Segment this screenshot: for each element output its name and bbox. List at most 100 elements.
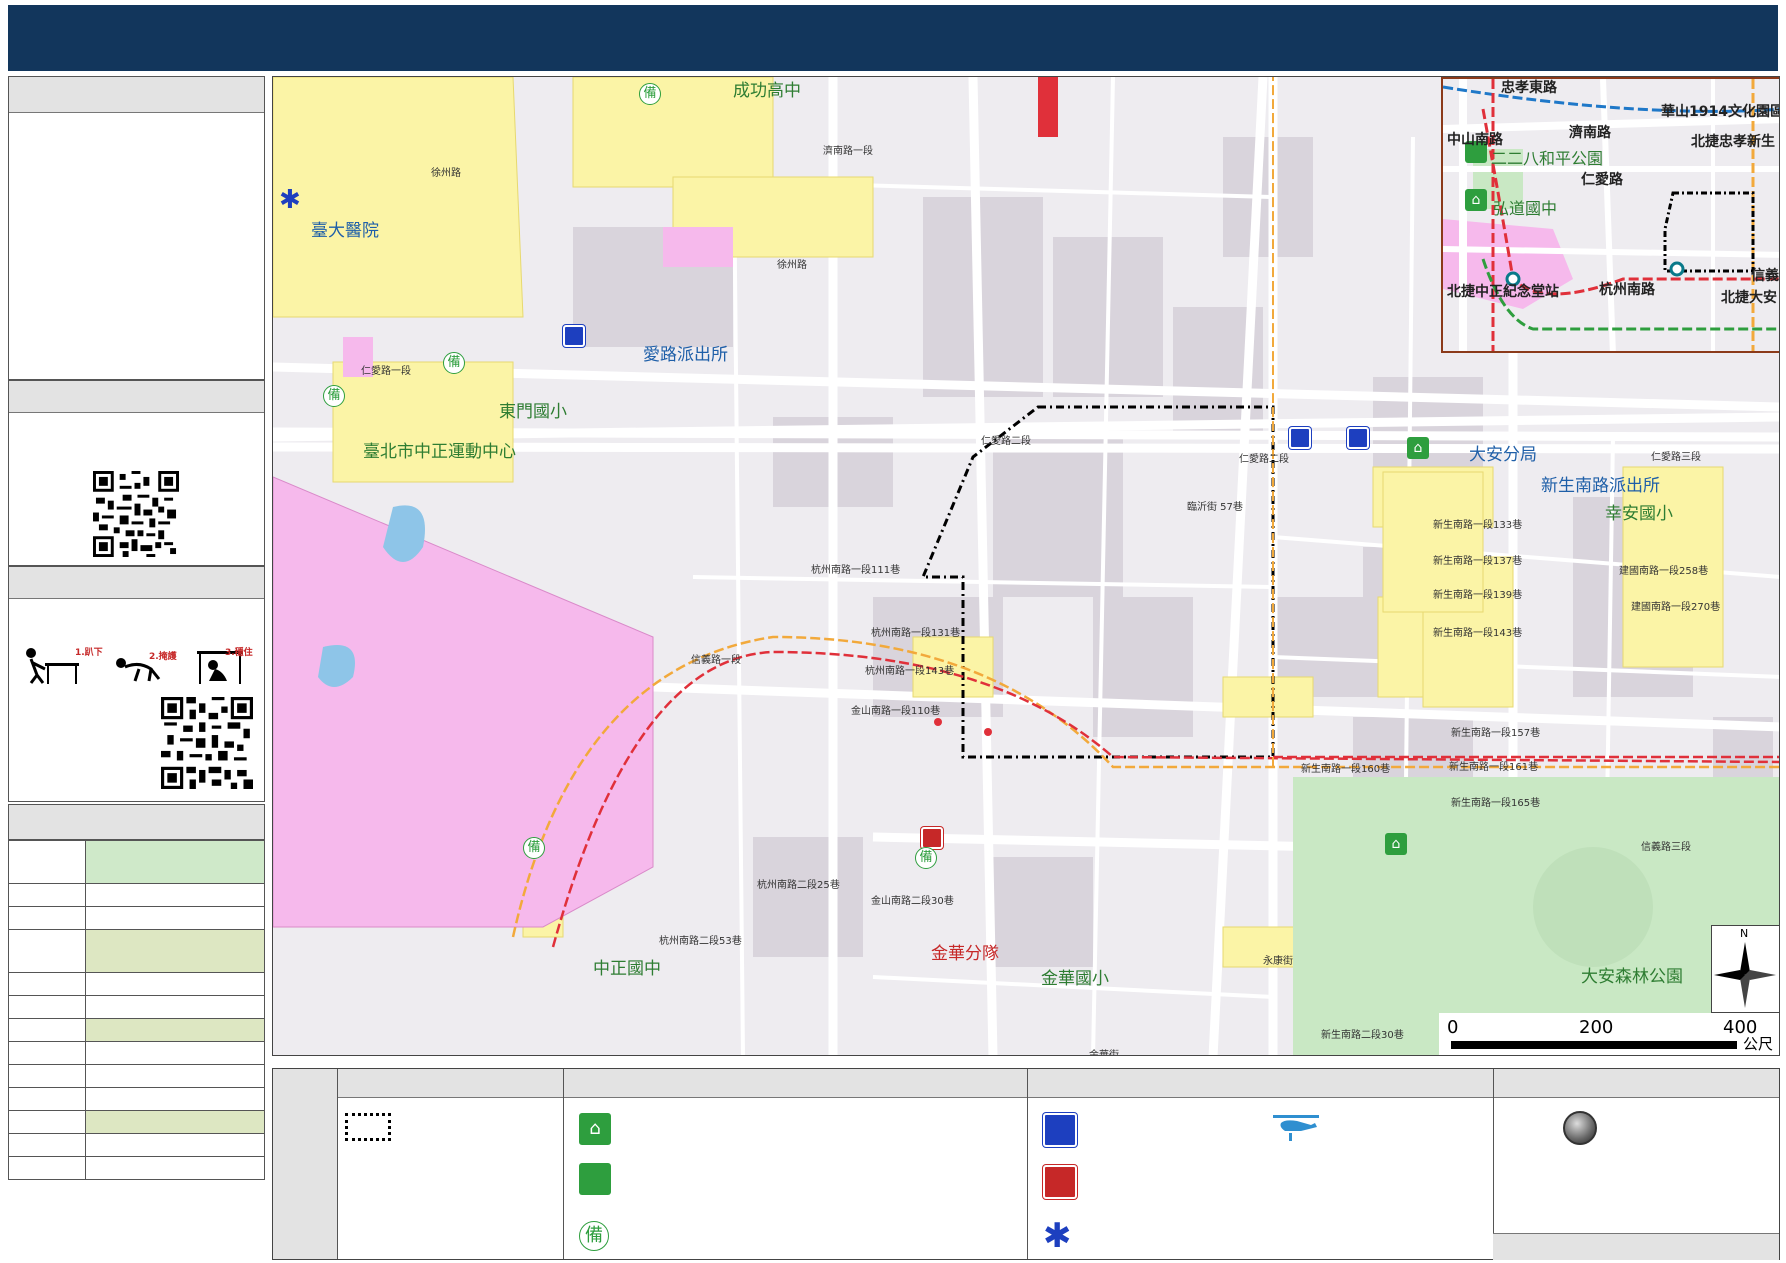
scale-label-0: 0 xyxy=(1447,1017,1459,1038)
table-row xyxy=(8,1110,265,1134)
inset-label: 忠孝東路 xyxy=(1501,80,1557,96)
map-street-label: 杭州南路一段131巷 xyxy=(871,628,961,639)
inset-label: 北捷中正紀念堂站 xyxy=(1447,284,1559,300)
table-row xyxy=(8,1087,265,1111)
medical-icon[interactable]: ✱ xyxy=(279,187,301,213)
medical-icon: ✱ xyxy=(1043,1216,1072,1256)
shelter-icon[interactable]: ⌂ xyxy=(1465,189,1487,211)
map-street-label: 新生南路一段165巷 xyxy=(1451,798,1541,809)
map-poi-label-xinsheng-police[interactable]: 新生南路派出所 xyxy=(1541,478,1660,495)
map-street-label: 杭州南路二段53巷 xyxy=(659,936,742,947)
compass: N xyxy=(1711,925,1779,1013)
map-street-label: 建國南路一段270巷 xyxy=(1631,602,1721,613)
map-poi-label-zhongzheng-sports[interactable]: 臺北市中正運動中心 xyxy=(363,444,516,461)
spare-shelter-icon[interactable]: 備 xyxy=(523,837,545,859)
spare-shelter-icon[interactable]: 備 xyxy=(323,385,345,407)
qr-code[interactable] xyxy=(93,471,179,557)
compass-label: N xyxy=(1740,927,1749,940)
qr-panel-header xyxy=(9,381,264,413)
park-icon xyxy=(579,1163,611,1195)
map-street-label: 新生南路一段161巷 xyxy=(1449,762,1539,773)
drill-label-drop: 1.趴下 xyxy=(75,648,103,658)
inset-label: 杭州南路 xyxy=(1599,282,1655,298)
table-row xyxy=(8,1133,265,1157)
inset-label: 信義 xyxy=(1751,268,1779,284)
police-icon xyxy=(1043,1113,1077,1147)
info-panel-header xyxy=(9,77,264,113)
map-poi-label-ailu-police[interactable]: 愛路派出所 xyxy=(643,347,728,364)
map-poi-label-ntu-hospital[interactable]: 臺大醫院 xyxy=(311,223,379,240)
map-street-label: 新生南路一段133巷 xyxy=(1433,520,1523,531)
spare-shelter-icon[interactable]: 備 xyxy=(443,352,465,374)
police-icon[interactable] xyxy=(563,325,585,347)
inset-label: 弘道國中 xyxy=(1493,199,1558,218)
fire-icon[interactable] xyxy=(921,827,943,849)
map-street-label: 新生南路一段139巷 xyxy=(1433,590,1523,601)
scale-label-200: 200 xyxy=(1579,1017,1614,1038)
scale-bar: 0 200 400 公尺 xyxy=(1439,1013,1779,1055)
map-street-label: 臨沂街 57巷 xyxy=(1187,502,1243,513)
inset-label: 仁愛路 xyxy=(1581,172,1623,188)
legend-title-cell xyxy=(273,1069,338,1259)
compass-rose-icon xyxy=(1714,942,1776,1008)
table-row xyxy=(8,1041,265,1065)
map-poi-label-daan-bureau[interactable]: 大安分局 xyxy=(1469,447,1537,464)
drill-qr-code[interactable] xyxy=(161,697,253,789)
map-street-label: 杭州南路一段111巷 xyxy=(811,565,901,576)
info-panel xyxy=(8,76,265,380)
header-bar xyxy=(8,5,1778,71)
legend-footer-cell xyxy=(1493,1233,1779,1260)
map-street-label: 金華街 xyxy=(1089,1050,1119,1056)
map-street-label: 新生南路一段137巷 xyxy=(1433,556,1523,567)
drill-panel-header xyxy=(9,567,264,599)
spare-shelter-icon[interactable]: 備 xyxy=(639,83,661,105)
map-poi-label-chenggong-high[interactable]: 成功高中 xyxy=(733,83,801,100)
shelter-icon[interactable]: ⌂ xyxy=(1407,437,1429,459)
fire-icon xyxy=(1043,1165,1077,1199)
police-icon[interactable] xyxy=(1347,427,1369,449)
map-street-label: 新生南路二段30巷 xyxy=(1321,1030,1404,1041)
map-street-label: 金山南路二段30巷 xyxy=(871,896,954,907)
boundary-icon xyxy=(345,1113,391,1141)
drill-label-cover: 2.掩護 xyxy=(149,652,177,662)
map-street-label: 金山南路一段110巷 xyxy=(851,706,941,717)
map-poi-label-xingan-elem[interactable]: 幸安國小 xyxy=(1605,506,1673,523)
map-street-label: 仁愛路二段 xyxy=(981,436,1031,447)
map-poi-label-jinhua-fire[interactable]: 金華分隊 xyxy=(931,946,999,963)
legend-divider xyxy=(1027,1069,1028,1259)
spare-shelter-icon[interactable]: 備 xyxy=(915,847,937,869)
helicopter-icon xyxy=(1273,1115,1319,1141)
legend-divider xyxy=(1493,1069,1494,1259)
map-poi-label-zhongzheng-junior[interactable]: 中正國中 xyxy=(593,961,661,978)
map-street-label: 新生南路一段143巷 xyxy=(1433,628,1523,639)
inset-label: 二二八和平公園 xyxy=(1491,149,1604,168)
inset-label: 北捷忠孝新生 xyxy=(1691,134,1775,150)
map-poi-label-dongmen-elem[interactable]: 東門國小 xyxy=(499,404,567,421)
table-row xyxy=(8,883,265,907)
table-row xyxy=(8,995,265,1019)
info-table xyxy=(8,840,265,1180)
table-row xyxy=(8,1064,265,1088)
table-row xyxy=(8,929,265,973)
shelter-icon[interactable]: ⌂ xyxy=(1385,833,1407,855)
shelter-icon: ⌂ xyxy=(579,1113,611,1145)
map-street-label: 新生南路一段160巷 xyxy=(1301,764,1391,775)
legend-panel: ⌂ 備 ✱ xyxy=(272,1068,1780,1260)
legend-header-row xyxy=(273,1069,1779,1098)
table-panel-header xyxy=(8,804,265,840)
map-poi-label-jinhua-elem[interactable]: 金華國小 xyxy=(1041,971,1109,988)
map-street-label: 仁愛路三段 xyxy=(1651,452,1701,463)
map-street-label: 濟南路一段 xyxy=(823,146,873,157)
police-icon[interactable] xyxy=(1289,427,1311,449)
scale-unit: 公尺 xyxy=(1743,1035,1774,1053)
table-row xyxy=(8,1018,265,1042)
table-row xyxy=(8,1156,265,1180)
map-poi-label-daan-forest[interactable]: 大安森林公園 xyxy=(1581,969,1683,986)
map-street-label: 徐州路 xyxy=(431,168,461,179)
map-street-label: 信義路三段 xyxy=(1641,842,1691,853)
map-street-label: 永康街 xyxy=(1263,956,1293,967)
drill-label-hold: 3.穩住 xyxy=(225,648,253,658)
inset-label: 北捷大安 xyxy=(1721,290,1777,306)
main-map[interactable]: ⌂ 備 備 備 備 備 ⌂ ✱ ⌂ 0 200 400 公尺 N 臺大醫院 成功… xyxy=(272,76,1780,1056)
station-icon xyxy=(1563,1111,1597,1145)
